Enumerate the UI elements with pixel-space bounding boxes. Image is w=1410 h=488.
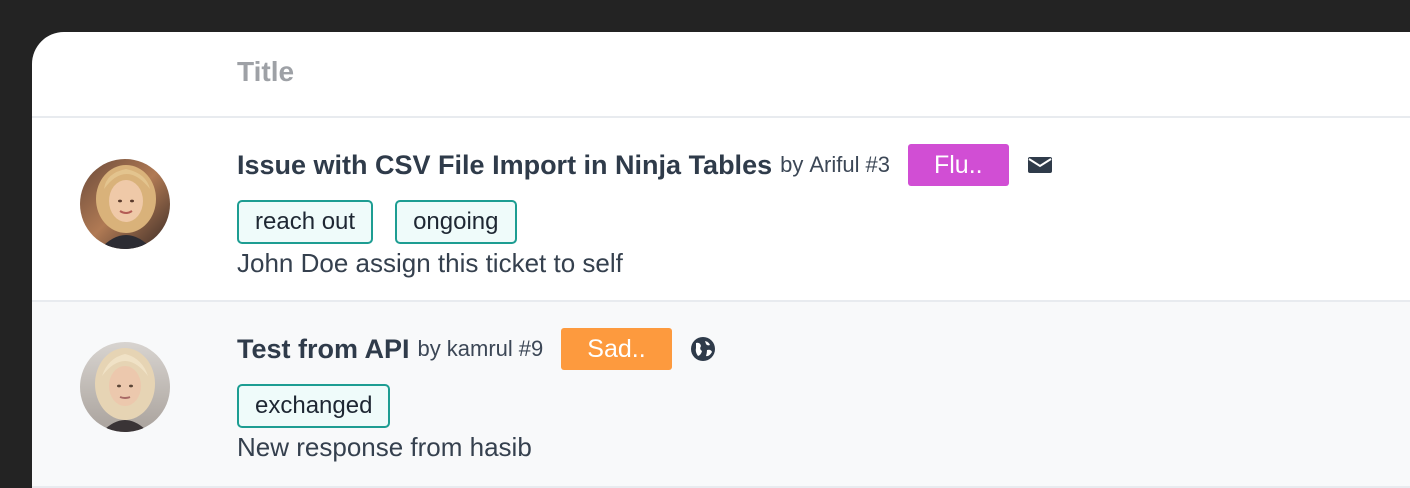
ticket-author: kamrul — [446, 336, 513, 361]
table-header: Title — [32, 32, 1410, 118]
ticket-title-line: Test from API by kamrul #9 Sad.. — [237, 326, 716, 372]
ticket-summary: Issue with CSV File Import in Ninja Tabl… — [237, 142, 1053, 279]
table-row[interactable]: Issue with CSV File Import in Ninja Tabl… — [32, 118, 1410, 302]
by-label: by — [417, 336, 441, 361]
tag-badge[interactable]: ongoing — [395, 200, 517, 244]
last-activity-text: New response from hasib — [237, 432, 532, 462]
tag-badge[interactable]: exchanged — [237, 384, 391, 428]
globe-icon — [690, 336, 716, 362]
mood-badge: Sad.. — [561, 328, 672, 370]
column-header-title[interactable]: Title — [237, 56, 294, 88]
table-row[interactable]: Test from API by kamrul #9 Sad.. exchang… — [32, 302, 1410, 488]
ticket-title-line: Issue with CSV File Import in Ninja Tabl… — [237, 142, 1053, 188]
avatar — [80, 342, 170, 432]
avatar — [80, 159, 170, 249]
ticket-number: #9 — [518, 336, 544, 361]
mood-badge: Flu.. — [907, 144, 1009, 186]
by-label: by — [780, 152, 804, 177]
envelope-icon — [1027, 155, 1053, 175]
ticket-number: #3 — [865, 152, 890, 177]
last-activity-text: John Doe assign this ticket to self — [237, 248, 623, 278]
ticket-title-link[interactable]: Issue with CSV File Import in Ninja Tabl… — [237, 150, 772, 181]
tag-badge[interactable]: reach out — [237, 200, 374, 244]
ticket-summary: Test from API by kamrul #9 Sad.. exchang… — [237, 326, 716, 463]
ticket-author: Ariful — [809, 152, 860, 177]
ticket-title-link[interactable]: Test from API — [237, 334, 410, 365]
ticket-tags: exchanged — [237, 384, 716, 428]
tickets-panel: Title Issue with CSV File Import in Ninj… — [32, 32, 1410, 488]
ticket-tags: reach out ongoing — [237, 200, 1053, 244]
